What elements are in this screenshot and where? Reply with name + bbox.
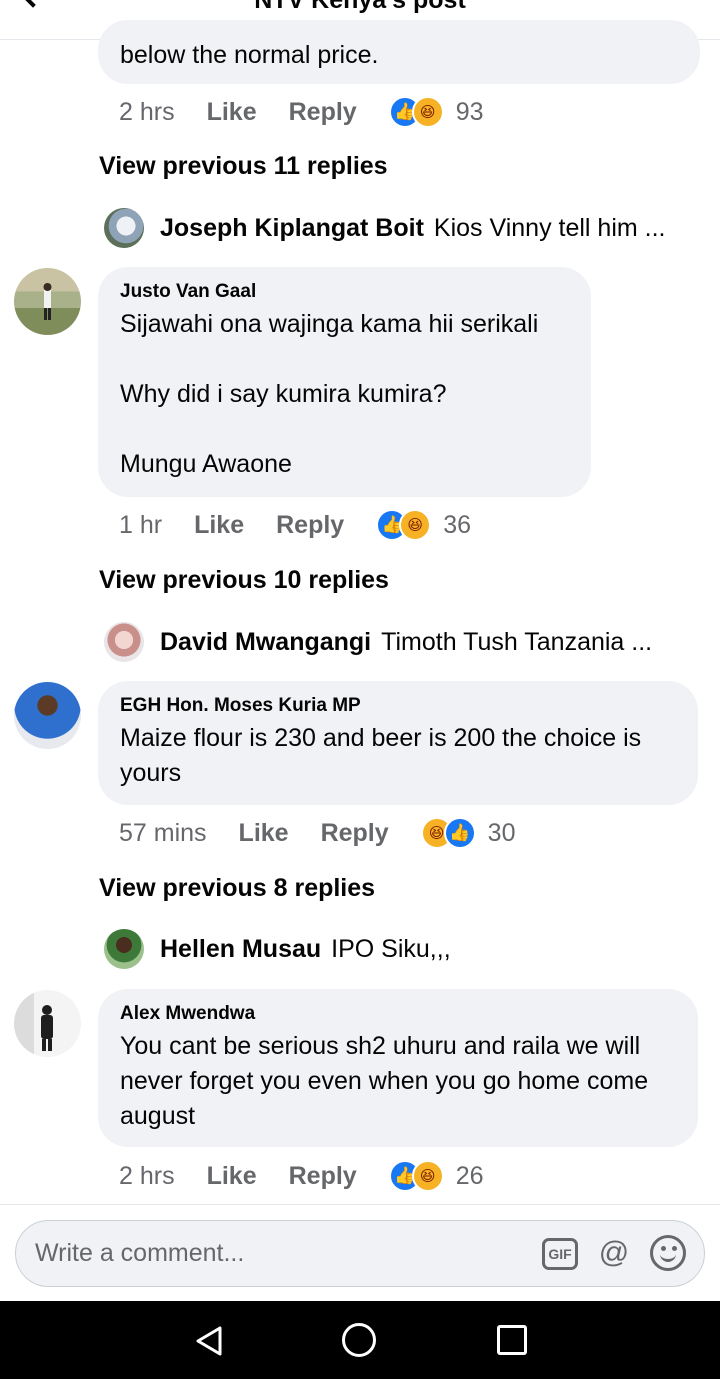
comment-meta: 2 hrs Like Reply 👍 😆 93 <box>119 94 484 130</box>
comment-composer: Write a comment... GIF @ <box>0 1204 720 1301</box>
system-nav-bar <box>0 1301 720 1379</box>
reply-author[interactable]: Hellen Musau <box>160 935 321 964</box>
view-previous-replies[interactable]: View previous 11 replies <box>99 152 388 181</box>
comment-bubble: Alex Mwendwa You cant be serious sh2 uhu… <box>98 989 698 1147</box>
square-recents-icon[interactable] <box>497 1325 527 1355</box>
triangle-back-icon[interactable] <box>194 1325 224 1357</box>
avatar[interactable] <box>14 268 81 335</box>
reaction-summary[interactable]: 👍 😆 <box>388 1160 444 1192</box>
comment-text: Sijawahi ona wajinga kama hii serikali W… <box>120 310 539 478</box>
comment-text: Maize flour is 230 and beer is 200 the c… <box>120 724 649 787</box>
comment-bubble: below the normal price. <box>98 20 700 84</box>
comment-author[interactable]: Alex Mwendwa <box>120 1003 676 1025</box>
reaction-count[interactable]: 93 <box>456 98 484 127</box>
comment-time[interactable]: 57 mins <box>119 819 207 848</box>
comment-bubble: EGH Hon. Moses Kuria MP Maize flour is 2… <box>98 681 698 805</box>
view-previous-replies[interactable]: View previous 10 replies <box>99 566 389 595</box>
reply-text: Kios Vinny tell him ... <box>433 213 666 242</box>
reply-text: Timoth Tush Tanzania ... <box>381 627 653 656</box>
header-title: NTV Kenya's post <box>254 0 466 14</box>
reaction-summary[interactable]: 😆 👍 <box>420 817 476 849</box>
reaction-summary[interactable]: 👍 😆 <box>388 96 444 128</box>
reply-preview[interactable]: Joseph Kiplangat Boit Kios Vinny tell hi… <box>104 207 666 249</box>
laughing-face-icon: 😆 <box>411 96 444 128</box>
like-button[interactable]: Like <box>207 98 257 127</box>
comment-bubble: Justo Van Gaal Sijawahi ona wajinga kama… <box>98 267 591 497</box>
reply-author[interactable]: David Mwangangi <box>160 628 371 657</box>
reply-button[interactable]: Reply <box>321 819 389 848</box>
reply-text: IPO Siku,,, <box>331 934 451 963</box>
reply-author[interactable]: Joseph Kiplangat Boit <box>160 214 424 243</box>
comment-time[interactable]: 2 hrs <box>119 1162 175 1191</box>
comment-meta: 2 hrs Like Reply 👍 😆 26 <box>119 1158 484 1194</box>
comment-author[interactable]: EGH Hon. Moses Kuria MP <box>120 695 676 717</box>
thumbs-up-icon: 👍 <box>443 817 476 849</box>
like-button[interactable]: Like <box>207 1162 257 1191</box>
reaction-summary[interactable]: 👍 😆 <box>376 509 432 541</box>
avatar[interactable] <box>14 990 81 1057</box>
reply-button[interactable]: Reply <box>276 511 344 540</box>
reply-button[interactable]: Reply <box>289 98 357 127</box>
reply-preview[interactable]: David Mwangangi Timoth Tush Tanzania ... <box>104 621 652 663</box>
avatar[interactable] <box>104 929 144 969</box>
comment-meta: 1 hr Like Reply 👍 😆 36 <box>119 507 471 543</box>
comment-input[interactable]: Write a comment... GIF @ <box>15 1220 705 1287</box>
laughing-face-icon: 😆 <box>399 509 432 541</box>
reaction-count[interactable]: 26 <box>456 1162 484 1191</box>
laughing-face-icon: 😆 <box>411 1160 444 1192</box>
comment-meta: 57 mins Like Reply 😆 👍 30 <box>119 815 515 851</box>
comment-text: You cant be serious sh2 uhuru and raila … <box>120 1032 656 1130</box>
reaction-count[interactable]: 36 <box>443 511 471 540</box>
comment-text: below the normal price. <box>120 41 379 69</box>
emoji-icon[interactable] <box>650 1235 686 1271</box>
reaction-count[interactable]: 30 <box>488 819 516 848</box>
view-previous-replies[interactable]: View previous 8 replies <box>99 874 375 903</box>
avatar[interactable] <box>104 208 144 248</box>
comment-input-placeholder[interactable]: Write a comment... <box>35 1239 244 1268</box>
reply-button[interactable]: Reply <box>289 1162 357 1191</box>
avatar[interactable] <box>14 682 81 749</box>
comment-time[interactable]: 2 hrs <box>119 98 175 127</box>
comment-time[interactable]: 1 hr <box>119 511 162 540</box>
like-button[interactable]: Like <box>239 819 289 848</box>
comment-author[interactable]: Justo Van Gaal <box>120 281 569 303</box>
mention-icon[interactable]: @ <box>596 1235 632 1271</box>
avatar[interactable] <box>104 622 144 662</box>
reply-preview[interactable]: Hellen Musau IPO Siku,,, <box>104 928 451 970</box>
like-button[interactable]: Like <box>194 511 244 540</box>
circle-home-icon[interactable] <box>342 1323 376 1357</box>
gif-icon[interactable]: GIF <box>542 1238 578 1270</box>
